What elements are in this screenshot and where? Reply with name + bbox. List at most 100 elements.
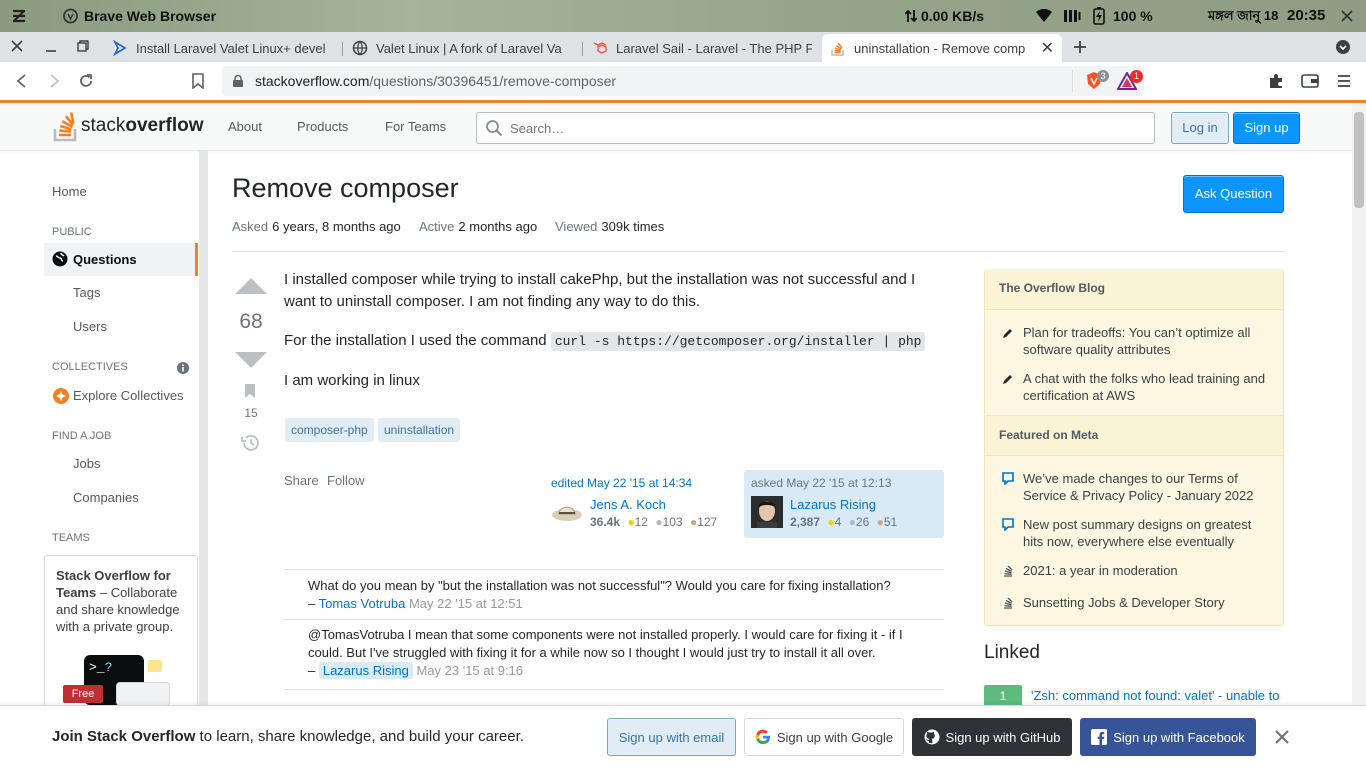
window-close-icon[interactable] (10, 39, 24, 53)
lock-icon[interactable] (232, 75, 244, 87)
sidebar-caption-public: PUBLIC (52, 226, 92, 238)
new-tab-icon[interactable] (1072, 39, 1088, 55)
linked-score[interactable]: 1 (984, 685, 1022, 707)
sidebar-scrollbar[interactable] (199, 151, 208, 705)
avatar[interactable] (551, 498, 583, 526)
linked-title: Linked (984, 642, 1040, 663)
tab-remove-composer[interactable]: uninstallation - Remove comp ✕ (822, 34, 1062, 62)
tab-strip: Install Laravel Valet Linux+ devel Valet… (0, 32, 1366, 62)
owner-name[interactable]: Lazarus Rising (790, 497, 876, 512)
logo-text-bold: overflow (125, 115, 204, 136)
reputation-score: 36.4k (590, 515, 621, 529)
nav-for-teams[interactable]: For Teams (385, 103, 446, 151)
app-name[interactable]: Brave Web Browser (84, 0, 216, 32)
tab-label: Laravel Sail - Laravel - The PHP F (616, 40, 812, 56)
search-icon (485, 119, 503, 137)
meta-value[interactable]: 2 months ago (458, 219, 537, 234)
activities-icon[interactable] (10, 7, 28, 25)
forward-icon[interactable] (46, 73, 62, 89)
silver-count: 26 (855, 515, 870, 529)
system-menu-icon[interactable] (1339, 8, 1355, 24)
sidebar-item-tags[interactable]: Tags (73, 285, 100, 300)
github-label: Sign up with GitHub (945, 729, 1061, 745)
network-speed: 0.00 KB/s (921, 8, 985, 24)
meta-item[interactable]: 2021: a year in moderation (1023, 562, 1273, 579)
tag-uninstallation[interactable]: uninstallation (378, 418, 461, 442)
page-scrollbar-thumb[interactable] (1354, 112, 1364, 208)
nav-products[interactable]: Products (297, 103, 348, 151)
sidebar-item-users[interactable]: Users (73, 319, 107, 334)
asked-timestamp[interactable]: asked May 22 '15 at 12:13 (751, 476, 891, 490)
meta-item[interactable]: We’ve made changes to our Terms of Servi… (1023, 470, 1273, 504)
sidebar-item-home[interactable]: Home (52, 184, 87, 199)
edited-timestamp[interactable]: edited May 22 '15 at 14:34 (551, 476, 692, 490)
comment-date[interactable]: May 22 '15 at 12:51 (409, 596, 523, 611)
facebook-icon (1091, 729, 1108, 745)
info-icon[interactable] (177, 362, 189, 374)
meta-item[interactable]: New post summary designs on greatest hit… (1023, 516, 1273, 550)
vote-count: 68 (239, 310, 263, 333)
question-title[interactable]: Remove composer (232, 173, 459, 204)
tab-valet-linux[interactable]: Valet Linux | A fork of Laravel Va (344, 34, 580, 62)
window-restore-icon[interactable] (76, 39, 90, 53)
facebook-label: Sign up with Facebook (1113, 729, 1245, 745)
so-logo[interactable]: stack overflow (53, 110, 203, 142)
share-link[interactable]: Share (284, 473, 319, 488)
tab-laravel-sail[interactable]: Laravel Sail - Laravel - The PHP F (584, 34, 820, 62)
bookmark-icon[interactable] (191, 73, 205, 89)
menu-icon[interactable] (1337, 73, 1351, 89)
nav-about[interactable]: About (228, 103, 262, 151)
clock-time[interactable]: 20:35 (1287, 0, 1325, 32)
follow-link[interactable]: Follow (327, 473, 365, 488)
meta-value[interactable]: 6 years, 8 months ago (272, 219, 401, 234)
bronze-badge-icon: ● (876, 515, 884, 529)
sidebar-item-jobs[interactable]: Jobs (73, 456, 100, 471)
tab-search-icon[interactable] (1336, 40, 1350, 54)
comment-date[interactable]: May 23 '15 at 9:16 (416, 663, 523, 678)
blog-item[interactable]: Plan for tradeoffs: You can’t optimize a… (1023, 324, 1273, 358)
bookmark-icon[interactable] (244, 383, 256, 399)
clock-date[interactable]: মঙ্গল জানু 18 (1208, 0, 1278, 32)
signup-google-button[interactable]: Sign up with Google (744, 718, 904, 756)
teams-promo-text: Stack Overflow for Teams – Collaborate a… (56, 567, 188, 635)
comment-user[interactable]: Tomas Votruba (319, 596, 406, 611)
signup-email-button[interactable]: Sign up with email (607, 718, 736, 756)
bronze-count: 127 (697, 515, 718, 529)
wifi-icon[interactable] (1036, 9, 1052, 23)
sidebar-item-companies[interactable]: Companies (73, 490, 139, 505)
search-input[interactable] (476, 112, 1155, 144)
comment-divider (284, 569, 944, 570)
blog-item[interactable]: A chat with the folks who lead training … (1023, 370, 1273, 404)
history-icon[interactable] (241, 434, 260, 452)
tab-close-icon[interactable]: ✕ (1041, 38, 1054, 58)
upvote-icon[interactable] (233, 277, 269, 295)
back-icon[interactable] (14, 73, 30, 89)
sidebar-item-explore-collectives[interactable]: Explore Collectives (73, 388, 184, 403)
signup-github-button[interactable]: Sign up with GitHub (912, 718, 1072, 756)
tag-composer-php[interactable]: composer-php (285, 418, 374, 442)
url-text[interactable]: stackoverflow.com/questions/30396451/rem… (255, 66, 616, 96)
meta-item[interactable]: Sunsetting Jobs & Developer Story (1023, 594, 1273, 611)
editor-name[interactable]: Jens A. Koch (590, 497, 666, 512)
signup-button[interactable]: Sign up (1233, 112, 1300, 144)
avatar[interactable] (751, 496, 783, 528)
blog-section-title: Featured on Meta (985, 415, 1283, 456)
reload-icon[interactable] (78, 73, 94, 89)
volume-icon[interactable] (1063, 8, 1081, 24)
login-button[interactable]: Log in (1171, 112, 1229, 144)
battery-icon[interactable] (1093, 7, 1105, 25)
url-divider (1072, 70, 1073, 92)
tab-separator (342, 42, 343, 56)
linked-question-link[interactable]: 'Zsh: command not found: valet' - unable… (1031, 688, 1280, 703)
close-banner-icon[interactable] (1274, 729, 1290, 745)
tab-install-laravel-valet[interactable]: Install Laravel Valet Linux+ devel (104, 34, 340, 62)
comment-user[interactable]: Lazarus Rising (318, 662, 413, 679)
meta-chat-icon (1002, 518, 1014, 531)
extensions-icon[interactable] (1268, 73, 1284, 89)
signup-facebook-button[interactable]: Sign up with Facebook (1080, 718, 1256, 756)
downvote-icon[interactable] (233, 351, 269, 369)
wallet-icon[interactable] (1301, 74, 1319, 88)
window-minimize-icon[interactable] (44, 39, 58, 53)
divider (232, 251, 1284, 252)
ask-question-button[interactable]: Ask Question (1183, 175, 1284, 213)
